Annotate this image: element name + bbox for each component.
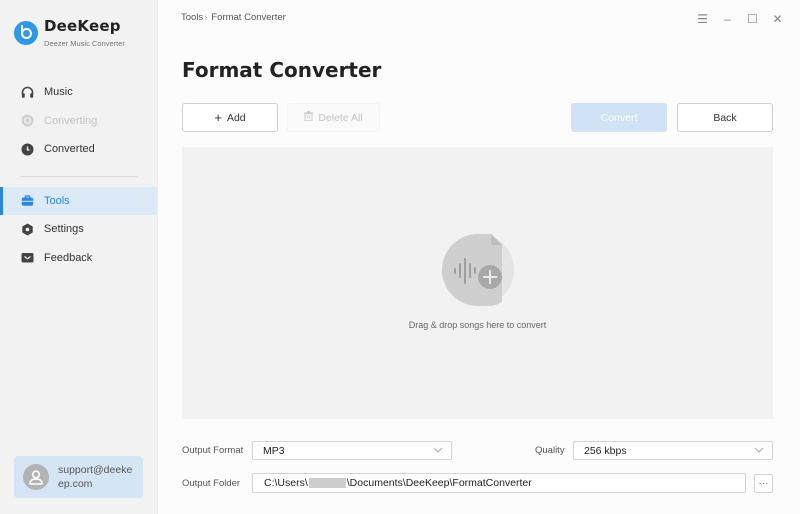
quality-value: 256 kbps: [584, 444, 627, 457]
sidebar-item-label: Converting: [44, 114, 98, 127]
sidebar-divider: [20, 175, 137, 177]
support-email: support@deekeep.com: [58, 464, 133, 490]
output-format-value: MP3: [263, 444, 285, 457]
sidebar-item-label: Feedback: [44, 251, 93, 264]
clock-icon: [21, 143, 34, 156]
delete-all-label: Delete All: [318, 111, 363, 124]
sidebar-item-tools[interactable]: Tools: [0, 186, 157, 215]
support-account[interactable]: support@deekeep.com: [14, 456, 143, 498]
sidebar-item-feedback[interactable]: Feedback: [0, 244, 157, 273]
chevron-down-icon: [754, 447, 764, 453]
sidebar-nav: Music Converting Converted Tools Setting…: [0, 78, 157, 272]
app-window: DeeKeep Deezer Music Converter Music Con…: [0, 0, 800, 514]
more-icon: ···: [758, 477, 769, 489]
close-button[interactable]: ✕: [765, 10, 790, 28]
drop-zone[interactable]: Drag & drop songs here to convert: [182, 147, 773, 419]
window-controls: ☰ – ☐ ✕: [690, 10, 790, 28]
back-button[interactable]: Back: [677, 103, 773, 132]
output-folder-input[interactable]: C:\Users\ \Documents\DeeKeep\FormatConver…: [252, 473, 746, 493]
drop-zone-hint: Drag & drop songs here to convert: [408, 320, 547, 330]
sidebar-item-label: Tools: [44, 194, 70, 207]
breadcrumb-separator: ›: [204, 12, 208, 23]
breadcrumb-current: Format Converter: [211, 12, 286, 23]
redacted-username: [308, 478, 346, 488]
maximize-icon: ☐: [747, 12, 758, 26]
app-name: DeeKeep: [44, 17, 121, 35]
delete-all-button[interactable]: Delete All: [287, 103, 380, 132]
mail-icon: [21, 251, 34, 264]
headphones-icon: [21, 86, 34, 99]
quality-label: Quality: [535, 445, 565, 456]
add-button-label: Add: [226, 111, 246, 124]
convert-button[interactable]: Convert: [571, 103, 667, 132]
gear-icon: [21, 223, 34, 236]
quality-select[interactable]: 256 kbps: [573, 441, 773, 460]
sidebar-item-label: Settings: [44, 223, 84, 236]
sidebar-item-music[interactable]: Music: [0, 78, 157, 107]
back-button-label: Back: [713, 111, 737, 124]
breadcrumb: Tools› Format Converter: [181, 12, 286, 23]
minimize-button[interactable]: –: [715, 10, 740, 28]
plus-icon: +: [214, 109, 222, 125]
drop-illustration: [442, 234, 514, 307]
brand: DeeKeep Deezer Music Converter: [14, 18, 125, 48]
app-subtitle: Deezer Music Converter: [44, 39, 125, 48]
browse-folder-button[interactable]: ···: [754, 474, 773, 493]
sidebar-item-label: Music: [44, 86, 73, 99]
output-folder-suffix: \Documents\DeeKeep\FormatConverter: [346, 477, 532, 489]
chevron-down-icon: [433, 447, 443, 453]
menu-button[interactable]: ☰: [690, 10, 715, 28]
user-icon: [29, 470, 43, 485]
sidebar-item-settings[interactable]: Settings: [0, 215, 157, 244]
add-button[interactable]: + Add: [182, 103, 278, 132]
trash-icon: [304, 111, 314, 124]
output-folder-prefix: C:\Users\: [264, 477, 308, 489]
output-format-select[interactable]: MP3: [252, 441, 452, 460]
sidebar-item-converted[interactable]: Converted: [0, 135, 157, 164]
maximize-button[interactable]: ☐: [740, 10, 765, 28]
close-icon: ✕: [772, 12, 783, 26]
sidebar-item-label: Converted: [44, 143, 95, 156]
menu-icon: ☰: [697, 12, 708, 26]
convert-button-label: Convert: [600, 111, 638, 124]
main-panel: Tools› Format Converter ☰ – ☐ ✕ Format Co…: [158, 0, 800, 514]
output-format-label: Output Format: [182, 445, 244, 456]
toolbox-icon: [21, 194, 34, 207]
avatar: [23, 464, 49, 490]
sidebar: DeeKeep Deezer Music Converter Music Con…: [0, 0, 158, 514]
sidebar-item-converting[interactable]: Converting: [0, 107, 157, 136]
breadcrumb-parent[interactable]: Tools: [181, 12, 203, 23]
audio-file-add-icon: [442, 234, 502, 307]
converting-icon: [21, 114, 34, 127]
page-title: Format Converter: [182, 58, 382, 82]
output-folder-label: Output Folder: [182, 478, 241, 489]
deekeep-logo-icon: [14, 21, 38, 45]
minimize-icon: –: [724, 12, 731, 26]
